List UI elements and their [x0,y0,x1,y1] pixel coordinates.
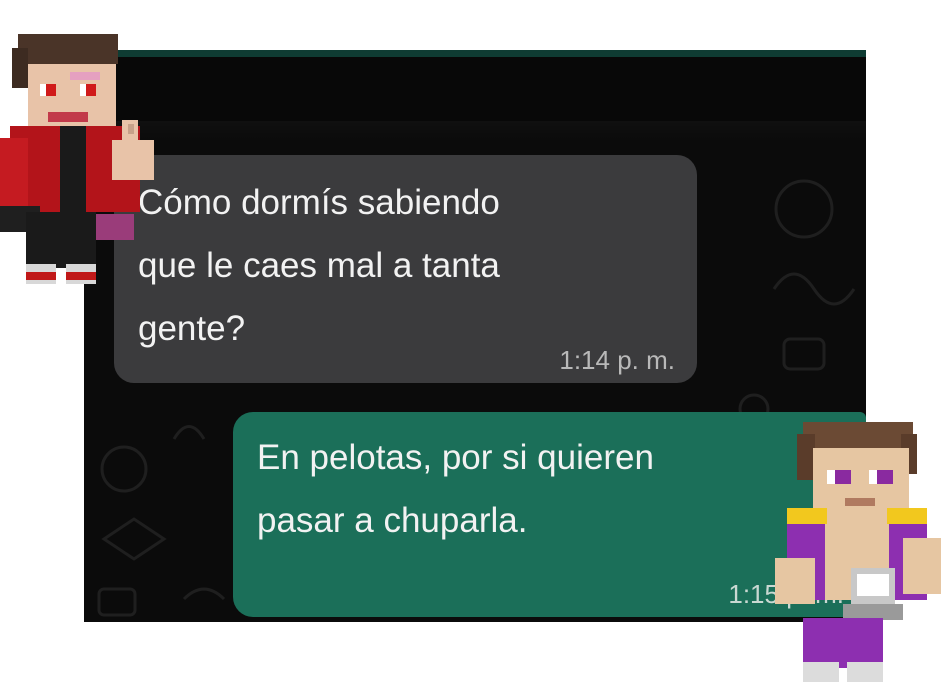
chat-top-bar [84,57,866,121]
outgoing-message-bubble[interactable]: En pelotas, por si quieren pasar a chupa… [233,412,866,617]
chat-screenshot: Cómo dormís sabiendo que le caes mal a t… [84,50,866,622]
red-character-sticker-icon [0,34,154,284]
chat-top-divider [84,121,866,139]
incoming-message-time: 1:14 p. m. [559,345,675,375]
incoming-message-bubble[interactable]: Cómo dormís sabiendo que le caes mal a t… [114,155,697,383]
incoming-message-text: Cómo dormís sabiendo que le caes mal a t… [138,183,500,348]
purple-character-sticker-icon [775,422,941,682]
outgoing-message-text: En pelotas, por si quieren pasar a chupa… [257,438,654,540]
